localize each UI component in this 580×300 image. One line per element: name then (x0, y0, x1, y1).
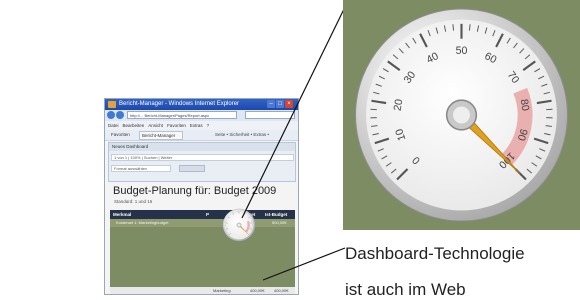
caption-line-2: ist auch im Web (345, 280, 466, 300)
gauge-hub-cap (453, 107, 470, 124)
gauge: 0102030405060708090100 (343, 0, 580, 230)
gauge-minor-tick (453, 24, 454, 30)
callout-line-bottom (263, 248, 345, 280)
gauge-tick-label: 80 (518, 98, 532, 112)
gauge-zoom-view: 0102030405060708090100 (343, 0, 580, 230)
gauge-tick-label: 50 (456, 45, 468, 57)
callout-line-top (242, 7, 345, 218)
gauge-minor-tick (469, 24, 470, 30)
caption-line-1: Dashboard-Technologie (345, 244, 525, 264)
gauge-tick-label: 20 (392, 98, 406, 112)
